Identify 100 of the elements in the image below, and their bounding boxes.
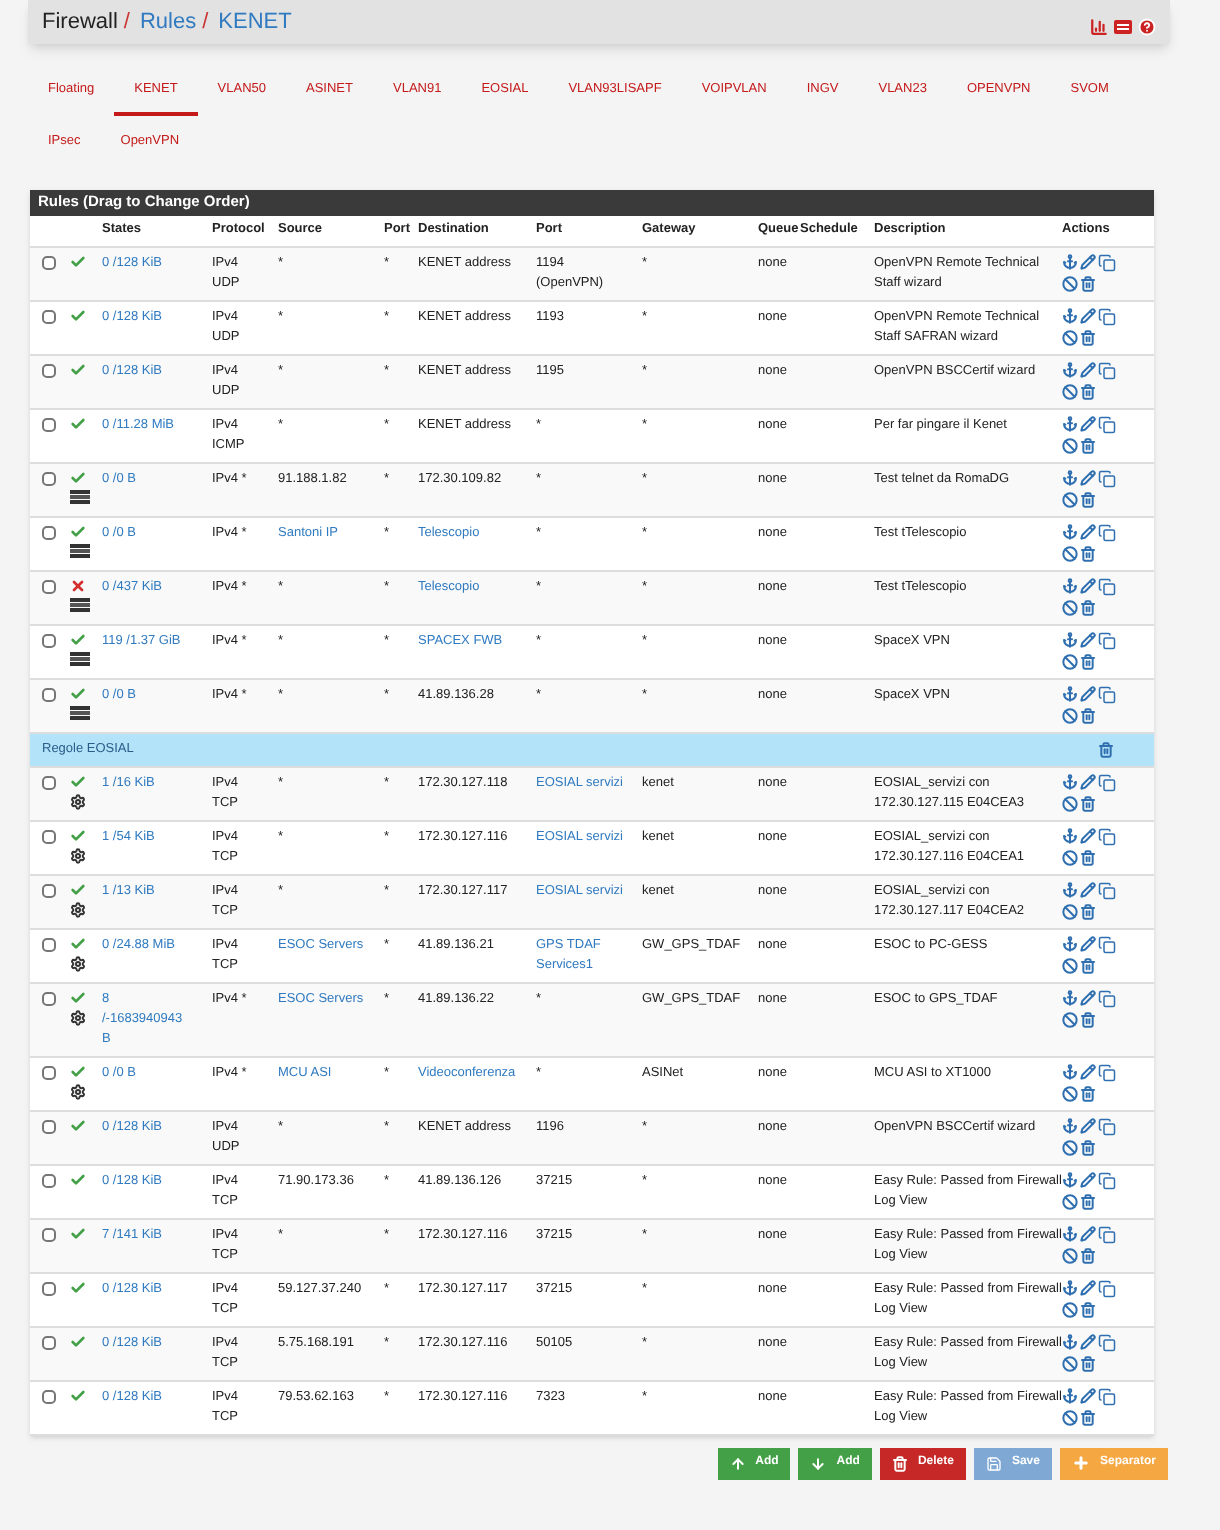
copy-icon[interactable] xyxy=(1098,685,1116,703)
anchor-icon[interactable] xyxy=(1062,1388,1078,1404)
delete-icon[interactable] xyxy=(1080,275,1096,291)
anchor-icon[interactable] xyxy=(1062,1064,1078,1080)
copy-icon[interactable] xyxy=(1098,989,1116,1007)
disable-icon[interactable] xyxy=(1062,1085,1078,1101)
copy-icon[interactable] xyxy=(1098,1333,1116,1351)
anchor-icon[interactable] xyxy=(1062,686,1078,702)
edit-icon[interactable] xyxy=(1080,416,1096,432)
row-checkbox[interactable] xyxy=(42,309,56,323)
anchor-icon[interactable] xyxy=(1062,308,1078,324)
disable-icon[interactable] xyxy=(1062,1409,1078,1425)
copy-icon[interactable] xyxy=(1098,523,1116,541)
copy-icon[interactable] xyxy=(1098,307,1116,325)
copy-icon[interactable] xyxy=(1098,253,1116,271)
row-checkbox[interactable] xyxy=(42,417,56,431)
copy-icon[interactable] xyxy=(1098,361,1116,379)
anchor-icon[interactable] xyxy=(1062,470,1078,486)
anchor-icon[interactable] xyxy=(1062,254,1078,270)
edit-icon[interactable] xyxy=(1080,774,1096,790)
delete-icon[interactable] xyxy=(1098,741,1114,757)
disable-icon[interactable] xyxy=(1062,707,1078,723)
delete-icon[interactable] xyxy=(1080,1193,1096,1209)
chart-icon[interactable] xyxy=(1090,17,1108,35)
delete-icon[interactable] xyxy=(1080,329,1096,345)
copy-icon[interactable] xyxy=(1098,881,1116,899)
row-checkbox[interactable] xyxy=(42,1335,56,1349)
row-checkbox[interactable] xyxy=(42,1389,56,1403)
disable-icon[interactable] xyxy=(1062,329,1078,345)
disable-icon[interactable] xyxy=(1062,491,1078,507)
edit-icon[interactable] xyxy=(1080,1280,1096,1296)
anchor-icon[interactable] xyxy=(1062,578,1078,594)
copy-icon[interactable] xyxy=(1098,1387,1116,1405)
anchor-icon[interactable] xyxy=(1062,774,1078,790)
row-checkbox[interactable] xyxy=(42,255,56,269)
disable-icon[interactable] xyxy=(1062,275,1078,291)
anchor-icon[interactable] xyxy=(1062,936,1078,952)
disable-icon[interactable] xyxy=(1062,383,1078,399)
edit-icon[interactable] xyxy=(1080,936,1096,952)
disable-icon[interactable] xyxy=(1062,653,1078,669)
row-checkbox[interactable] xyxy=(42,1119,56,1133)
delete-icon[interactable] xyxy=(1080,1355,1096,1371)
row-checkbox[interactable] xyxy=(42,1065,56,1079)
row-checkbox[interactable] xyxy=(42,1281,56,1295)
anchor-icon[interactable] xyxy=(1062,990,1078,1006)
edit-icon[interactable] xyxy=(1080,470,1096,486)
delete-icon[interactable] xyxy=(1080,1247,1096,1263)
delete-icon[interactable] xyxy=(1080,957,1096,973)
anchor-icon[interactable] xyxy=(1062,1280,1078,1296)
row-checkbox[interactable] xyxy=(42,471,56,485)
help-icon[interactable] xyxy=(1138,17,1156,35)
breadcrumb-link[interactable]: Rules xyxy=(139,5,197,39)
disable-icon[interactable] xyxy=(1062,1301,1078,1317)
anchor-icon[interactable] xyxy=(1062,362,1078,378)
copy-icon[interactable] xyxy=(1098,1171,1116,1189)
delete-icon[interactable] xyxy=(1080,653,1096,669)
copy-icon[interactable] xyxy=(1098,827,1116,845)
edit-icon[interactable] xyxy=(1080,1334,1096,1350)
delete-icon[interactable] xyxy=(1080,599,1096,615)
delete-icon[interactable] xyxy=(1080,1301,1096,1317)
disable-icon[interactable] xyxy=(1062,1011,1078,1027)
edit-icon[interactable] xyxy=(1080,686,1096,702)
row-checkbox[interactable] xyxy=(42,525,56,539)
edit-icon[interactable] xyxy=(1080,1118,1096,1134)
copy-icon[interactable] xyxy=(1098,1279,1116,1297)
disable-icon[interactable] xyxy=(1062,545,1078,561)
delete-icon[interactable] xyxy=(1080,1409,1096,1425)
row-checkbox[interactable] xyxy=(42,579,56,593)
row-checkbox[interactable] xyxy=(42,991,56,1005)
row-checkbox[interactable] xyxy=(42,633,56,647)
copy-icon[interactable] xyxy=(1098,577,1116,595)
delete-icon[interactable] xyxy=(1080,849,1096,865)
edit-icon[interactable] xyxy=(1080,632,1096,648)
edit-icon[interactable] xyxy=(1080,1172,1096,1188)
anchor-icon[interactable] xyxy=(1062,632,1078,648)
delete-icon[interactable] xyxy=(1080,707,1096,723)
disable-icon[interactable] xyxy=(1062,437,1078,453)
copy-icon[interactable] xyxy=(1098,1063,1116,1081)
breadcrumb-link[interactable]: KENET xyxy=(218,5,292,39)
copy-icon[interactable] xyxy=(1098,935,1116,953)
anchor-icon[interactable] xyxy=(1062,416,1078,432)
edit-icon[interactable] xyxy=(1080,308,1096,324)
disable-icon[interactable] xyxy=(1062,1193,1078,1209)
delete-icon[interactable] xyxy=(1080,1085,1096,1101)
disable-icon[interactable] xyxy=(1062,795,1078,811)
delete-icon[interactable] xyxy=(1080,491,1096,507)
edit-icon[interactable] xyxy=(1080,990,1096,1006)
delete-icon[interactable] xyxy=(1080,903,1096,919)
disable-icon[interactable] xyxy=(1062,903,1078,919)
delete-icon[interactable] xyxy=(1080,383,1096,399)
delete-icon[interactable] xyxy=(1080,795,1096,811)
edit-icon[interactable] xyxy=(1080,362,1096,378)
anchor-icon[interactable] xyxy=(1062,882,1078,898)
edit-icon[interactable] xyxy=(1080,578,1096,594)
row-checkbox[interactable] xyxy=(42,775,56,789)
anchor-icon[interactable] xyxy=(1062,1118,1078,1134)
delete-icon[interactable] xyxy=(1080,1011,1096,1027)
edit-icon[interactable] xyxy=(1080,1388,1096,1404)
disable-icon[interactable] xyxy=(1062,1247,1078,1263)
disable-icon[interactable] xyxy=(1062,957,1078,973)
